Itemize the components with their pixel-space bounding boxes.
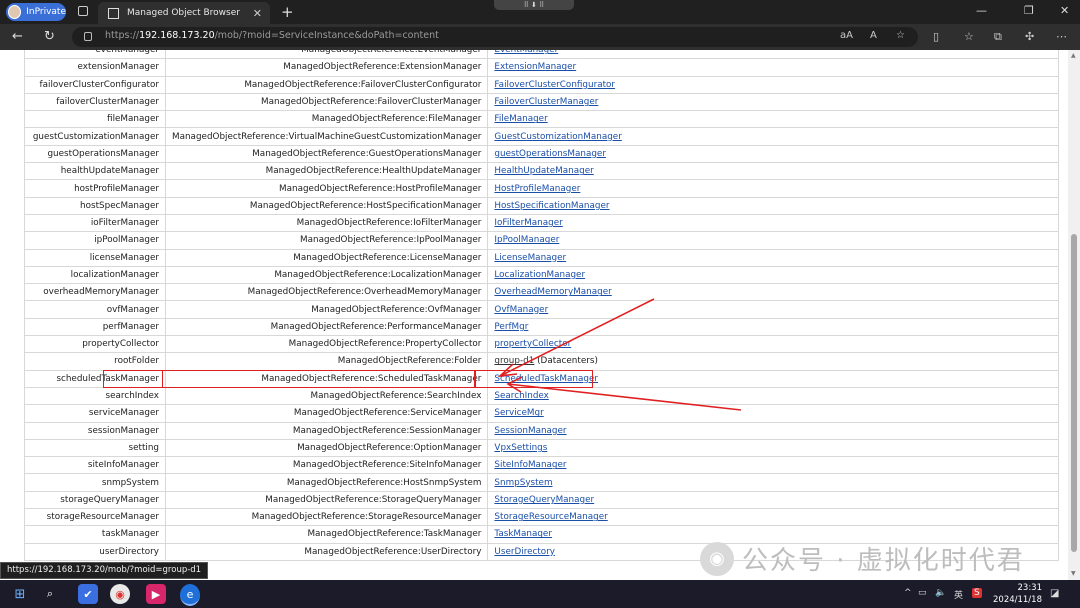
- read-aloud-icon[interactable]: A: [870, 30, 877, 41]
- scroll-up-icon[interactable]: ▲: [1071, 52, 1076, 59]
- watermark-text: 公众号 · 虚拟化时代君: [742, 546, 1025, 576]
- status-bar-url: https://192.168.173.20/mob/?moid=group-d…: [0, 562, 209, 579]
- address-bar[interactable]: https://192.168.173.20/mob/?moid=Service…: [72, 27, 918, 47]
- url-text[interactable]: https://192.168.173.20/mob/?moid=Service…: [105, 30, 439, 41]
- ime-language[interactable]: 英: [954, 588, 963, 601]
- windows-start-icon[interactable]: ⊞: [10, 584, 30, 604]
- inprivate-label: InPrivate: [26, 7, 66, 17]
- annotation-arrows: [497, 298, 742, 411]
- scrollbar-thumb[interactable]: [1071, 234, 1077, 552]
- notification-icon[interactable]: ◪: [1050, 588, 1059, 599]
- restore-icon[interactable]: ❐: [1024, 4, 1034, 17]
- back-icon[interactable]: ←: [12, 29, 23, 44]
- tab-actions-icon[interactable]: [78, 6, 88, 16]
- inprivate-badge[interactable]: InPrivate: [6, 3, 66, 21]
- arrow-lower: [507, 383, 742, 411]
- arrow-upper: [499, 298, 655, 377]
- clock-time: 23:31: [1017, 583, 1043, 593]
- chrome-icon[interactable]: ◉: [110, 584, 130, 604]
- taskbar-clock[interactable]: 23:31 2024/11/18: [990, 582, 1042, 606]
- extensions-icon[interactable]: ✣: [1025, 30, 1034, 43]
- favorite-star-icon[interactable]: ☆: [896, 30, 905, 41]
- tab-close-icon[interactable]: ✕: [253, 7, 262, 20]
- collections-icon[interactable]: ⧉: [994, 30, 1002, 44]
- browser-title-bar: InPrivate Managed Object Browser ✕ + ⠿ ⬇…: [0, 0, 1080, 24]
- profile-avatar: [8, 5, 22, 19]
- windows-taskbar: ⊞ ⌕ ✔ ◉ ▶ e ^ ▭ 🔈 英 S 23:31 2024/11/18 ◪: [0, 580, 1080, 608]
- search-icon[interactable]: ⌕: [40, 584, 60, 604]
- favorites-icon[interactable]: ☆: [964, 30, 974, 43]
- clock-date: 2024/11/18: [993, 595, 1042, 605]
- app-pink-icon[interactable]: ▶: [146, 584, 166, 604]
- scroll-down-icon[interactable]: ▼: [1071, 570, 1076, 577]
- translate-icon[interactable]: аA: [840, 30, 853, 41]
- tray-chevron-icon[interactable]: ^: [904, 588, 912, 598]
- split-screen-icon[interactable]: ▯: [933, 30, 939, 43]
- page-favicon-icon: [108, 7, 119, 19]
- volume-icon[interactable]: 🔈: [935, 588, 946, 598]
- page-content: eventManager ManagedObjectReference:Event…: [0, 50, 1068, 580]
- arrow-upper-head: [497, 363, 518, 378]
- app-blue-icon[interactable]: ✔: [78, 584, 98, 604]
- input-method-icon[interactable]: S: [972, 588, 982, 598]
- network-icon[interactable]: ▭: [918, 588, 927, 598]
- tab-title: Managed Object Browser: [127, 8, 240, 18]
- more-menu-icon[interactable]: ⋯: [1056, 30, 1067, 43]
- address-toolbar: ← ↻ https://192.168.173.20/mob/?moid=Ser…: [0, 24, 1080, 50]
- lock-icon[interactable]: [84, 32, 92, 41]
- new-tab-button[interactable]: +: [281, 3, 294, 21]
- tab-managed-object-browser[interactable]: Managed Object Browser ✕: [98, 2, 270, 24]
- vertical-scrollbar[interactable]: ▲ ▼: [1068, 50, 1080, 580]
- watermark: ◉ 公众号 · 虚拟化时代君: [700, 540, 1025, 577]
- refresh-icon[interactable]: ↻: [44, 29, 55, 44]
- minimize-icon[interactable]: —: [976, 4, 987, 17]
- close-window-icon[interactable]: ✕: [1060, 4, 1069, 17]
- edge-icon[interactable]: e: [180, 584, 200, 606]
- drag-handle-icon[interactable]: ⠿ ⬇ ⠿: [494, 0, 574, 10]
- wechat-icon: ◉: [700, 541, 734, 576]
